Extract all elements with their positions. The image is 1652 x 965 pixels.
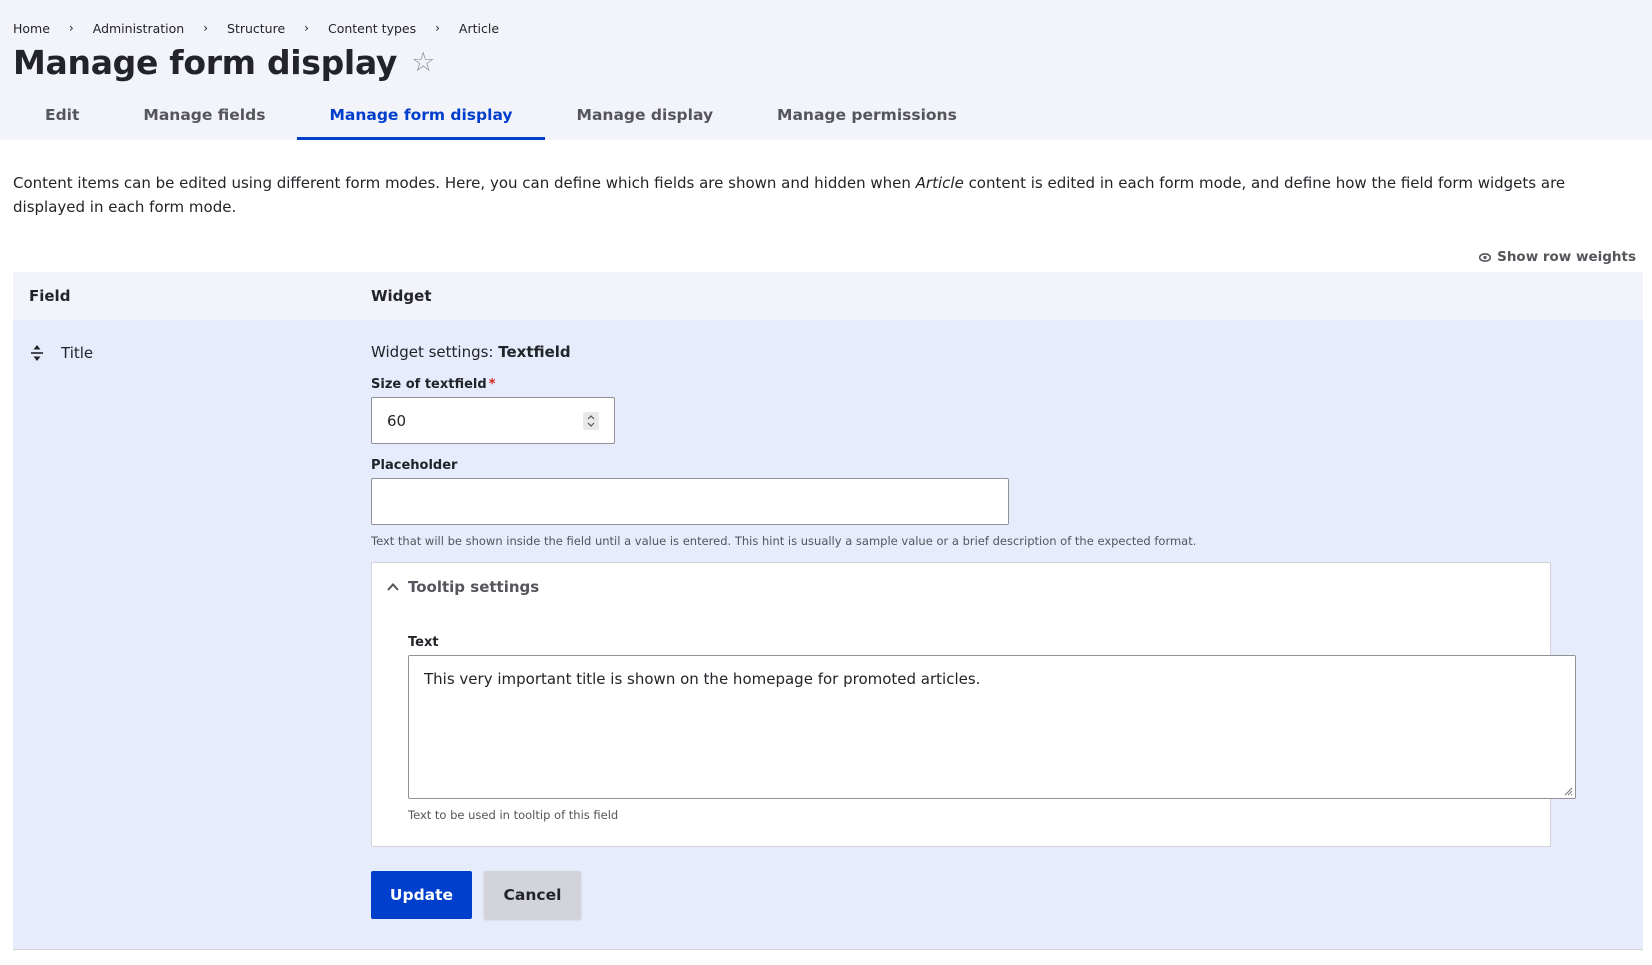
tooltip-settings-panel: Tooltip settings Text This very importan…: [371, 562, 1576, 847]
breadcrumb-structure[interactable]: Structure: [227, 21, 285, 36]
show-row-weights-button[interactable]: Show row weights: [1479, 249, 1636, 265]
placeholder-help: Text that will be shown inside the field…: [371, 534, 1197, 548]
tab-edit[interactable]: Edit: [13, 92, 111, 140]
field-cell: Title: [13, 320, 371, 949]
widget-cell: Widget settings: Textfield Size of textf…: [371, 320, 1643, 949]
table-row: Title Widget settings: Textfield Size of…: [13, 320, 1643, 950]
chevron-up-icon[interactable]: [587, 414, 595, 420]
tooltip-settings-label: Tooltip settings: [408, 578, 540, 596]
show-row-weights-label: Show row weights: [1497, 249, 1636, 265]
update-button[interactable]: Update: [371, 871, 472, 919]
breadcrumb-content-types[interactable]: Content types: [328, 21, 416, 36]
breadcrumb: Home › Administration › Structure › Cont…: [13, 0, 1639, 37]
tab-manage-display[interactable]: Manage display: [545, 92, 746, 140]
breadcrumb-separator: ›: [203, 21, 209, 35]
size-label: Size of textfield *: [371, 377, 1629, 392]
column-header-field: Field: [29, 287, 71, 305]
widget-settings-prefix: Widget settings:: [371, 343, 499, 361]
tab-manage-fields[interactable]: Manage fields: [111, 92, 297, 140]
breadcrumb-separator: ›: [68, 21, 74, 35]
form-actions: Update Cancel: [371, 871, 1629, 919]
column-header-widget: Widget: [371, 287, 432, 305]
fields-table: Field Widget Title Widget settings: Text…: [13, 272, 1643, 950]
tooltip-text-value: This very important title is shown on th…: [424, 670, 981, 688]
intro-text-before: Content items can be edited using differ…: [13, 174, 916, 192]
tab-manage-form-display[interactable]: Manage form display: [297, 92, 545, 140]
cancel-button[interactable]: Cancel: [484, 871, 581, 919]
number-spinner[interactable]: [583, 411, 599, 430]
breadcrumb-home[interactable]: Home: [13, 21, 50, 36]
tab-manage-permissions[interactable]: Manage permissions: [745, 92, 989, 140]
placeholder-input[interactable]: [371, 478, 1009, 525]
page-title: Manage form display: [13, 43, 398, 82]
page-header: Home › Administration › Structure › Cont…: [0, 0, 1652, 140]
chevron-down-icon[interactable]: [587, 422, 595, 427]
field-name: Title: [61, 344, 94, 362]
tooltip-help: Text to be used in tooltip of this field: [408, 808, 619, 822]
star-icon[interactable]: ☆: [411, 49, 435, 76]
eye-icon: [1479, 252, 1492, 262]
resize-handle-icon[interactable]: [1563, 786, 1573, 796]
tooltip-text-textarea[interactable]: This very important title is shown on th…: [408, 655, 1576, 799]
required-marker: *: [488, 377, 496, 392]
tooltip-settings-toggle[interactable]: Tooltip settings: [386, 563, 1514, 611]
tooltip-text-label: Text: [408, 635, 439, 650]
breadcrumb-administration[interactable]: Administration: [93, 21, 184, 36]
table-header: Field Widget: [13, 272, 1643, 320]
breadcrumb-article[interactable]: Article: [459, 21, 499, 36]
placeholder-label: Placeholder: [371, 458, 458, 473]
chevron-up-icon: [387, 583, 399, 591]
primary-tabs: Edit Manage fields Manage form display M…: [13, 92, 989, 140]
breadcrumb-separator: ›: [304, 21, 309, 35]
drag-handle-icon[interactable]: [30, 344, 44, 362]
widget-name: Textfield: [498, 343, 571, 361]
intro-content-type: Article: [915, 174, 964, 192]
size-value: 60: [387, 411, 407, 430]
title-row: Manage form display ☆: [13, 43, 1639, 82]
size-input[interactable]: 60: [371, 397, 615, 444]
breadcrumb-separator: ›: [435, 21, 440, 35]
widget-settings-heading: Widget settings: Textfield: [371, 343, 1629, 361]
size-label-text: Size of textfield: [371, 377, 487, 392]
